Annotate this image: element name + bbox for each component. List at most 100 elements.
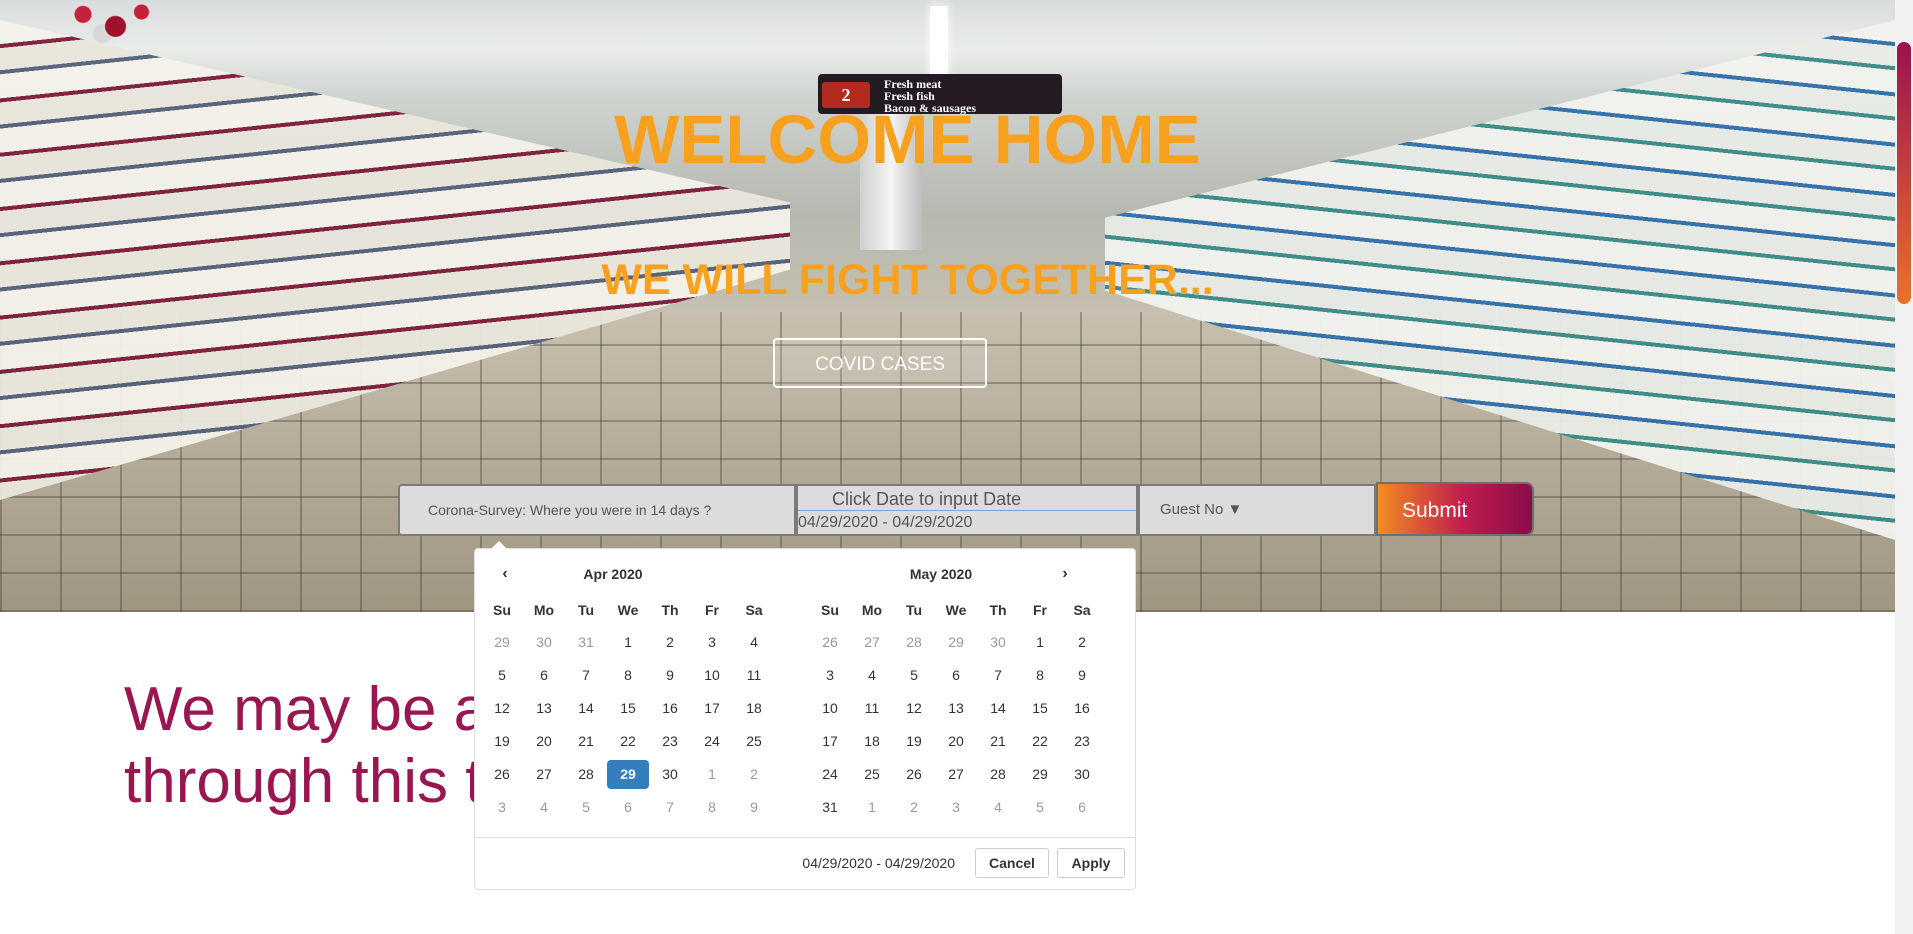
picker-footer: 04/29/2020 - 04/29/2020 Cancel Apply xyxy=(475,837,1135,890)
calendar-day[interactable]: 19 xyxy=(893,725,935,758)
calendar-day[interactable]: 18 xyxy=(851,725,893,758)
calendar-day[interactable]: 22 xyxy=(607,725,649,758)
calendar-day[interactable]: 25 xyxy=(733,725,775,758)
calendar-day[interactable]: 24 xyxy=(809,758,851,791)
calendar-day-selected[interactable]: 29 xyxy=(607,758,649,791)
calendar-day[interactable]: 2 xyxy=(893,791,935,824)
calendar-day[interactable]: 11 xyxy=(851,692,893,725)
calendar-day[interactable]: 2 xyxy=(733,758,775,791)
calendar-day[interactable]: 12 xyxy=(481,692,523,725)
calendar-day[interactable]: 28 xyxy=(977,758,1019,791)
calendar-day[interactable]: 16 xyxy=(649,692,691,725)
calendar-day[interactable]: 12 xyxy=(893,692,935,725)
calendar-day[interactable]: 7 xyxy=(977,659,1019,692)
date-field-label: Click Date to input Date xyxy=(832,489,1022,509)
calendar-day[interactable]: 8 xyxy=(691,791,733,824)
calendar-day-label: 22 xyxy=(620,733,636,749)
calendar-day[interactable]: 26 xyxy=(893,758,935,791)
calendar-day[interactable]: 3 xyxy=(935,791,977,824)
calendar-day[interactable]: 26 xyxy=(481,758,523,791)
calendar-day[interactable]: 18 xyxy=(733,692,775,725)
calendar-day[interactable]: 1 xyxy=(607,626,649,659)
calendar-day[interactable]: 27 xyxy=(523,758,565,791)
calendar-day[interactable]: 11 xyxy=(733,659,775,692)
calendar-day[interactable]: 13 xyxy=(935,692,977,725)
calendar-day[interactable]: 5 xyxy=(481,659,523,692)
calendar-day[interactable]: 1 xyxy=(851,791,893,824)
calendar-day[interactable]: 29 xyxy=(481,626,523,659)
submit-button[interactable]: Submit xyxy=(1376,482,1534,536)
calendar-day[interactable]: 4 xyxy=(977,791,1019,824)
calendar-day[interactable]: 31 xyxy=(565,626,607,659)
calendar-day[interactable]: 10 xyxy=(691,659,733,692)
calendar-day[interactable]: 28 xyxy=(893,626,935,659)
calendar-day[interactable]: 14 xyxy=(565,692,607,725)
calendar-day[interactable]: 5 xyxy=(565,791,607,824)
calendar-day[interactable]: 17 xyxy=(691,692,733,725)
calendar-day[interactable]: 17 xyxy=(809,725,851,758)
next-month-icon[interactable]: › xyxy=(1053,563,1077,585)
calendar-day[interactable]: 24 xyxy=(691,725,733,758)
calendar-day[interactable]: 1 xyxy=(1019,626,1061,659)
page-scrollbar[interactable] xyxy=(1895,0,1913,934)
calendar-day[interactable]: 9 xyxy=(1061,659,1103,692)
calendar-day[interactable]: 6 xyxy=(935,659,977,692)
calendar-day[interactable]: 7 xyxy=(565,659,607,692)
calendar-day[interactable]: 5 xyxy=(1019,791,1061,824)
calendar-day[interactable]: 4 xyxy=(523,791,565,824)
apply-button[interactable]: Apply xyxy=(1057,848,1125,878)
guest-number-select[interactable]: Guest No ▼ xyxy=(1138,484,1376,536)
calendar-day[interactable]: 1 xyxy=(691,758,733,791)
calendar-day[interactable]: 13 xyxy=(523,692,565,725)
scrollbar-thumb[interactable] xyxy=(1897,42,1911,304)
calendar-day[interactable]: 14 xyxy=(977,692,1019,725)
calendar-day[interactable]: 8 xyxy=(1019,659,1061,692)
calendar-day[interactable]: 28 xyxy=(565,758,607,791)
calendar-day[interactable]: 15 xyxy=(1019,692,1061,725)
date-range-input[interactable] xyxy=(798,510,1136,534)
calendar-day[interactable]: 20 xyxy=(935,725,977,758)
calendar-day[interactable]: 29 xyxy=(1019,758,1061,791)
calendar-day[interactable]: 22 xyxy=(1019,725,1061,758)
cancel-button[interactable]: Cancel xyxy=(975,848,1049,878)
calendar-day[interactable]: 30 xyxy=(1061,758,1103,791)
calendar-day[interactable]: 2 xyxy=(649,626,691,659)
calendar-day[interactable]: 6 xyxy=(1061,791,1103,824)
calendar-day[interactable]: 30 xyxy=(977,626,1019,659)
calendar-day[interactable]: 16 xyxy=(1061,692,1103,725)
survey-input[interactable]: Corona-Survey: Where you were in 14 days… xyxy=(398,484,796,536)
calendar-day[interactable]: 23 xyxy=(649,725,691,758)
calendar-day[interactable]: 10 xyxy=(809,692,851,725)
calendar-day[interactable]: 21 xyxy=(977,725,1019,758)
calendar-day[interactable]: 5 xyxy=(893,659,935,692)
calendar-day[interactable]: 2 xyxy=(1061,626,1103,659)
calendar-day[interactable]: 27 xyxy=(935,758,977,791)
calendar-day[interactable]: 31 xyxy=(809,791,851,824)
calendar-day[interactable]: 9 xyxy=(733,791,775,824)
calendar-day[interactable]: 21 xyxy=(565,725,607,758)
covid-cases-button[interactable]: COVID CASES xyxy=(773,338,987,388)
calendar-day[interactable]: 3 xyxy=(481,791,523,824)
calendar-day[interactable]: 3 xyxy=(691,626,733,659)
calendar-day[interactable]: 27 xyxy=(851,626,893,659)
calendar-day[interactable]: 26 xyxy=(809,626,851,659)
calendar-day-label: 8 xyxy=(708,799,716,815)
prev-month-icon[interactable]: ‹ xyxy=(493,563,517,585)
calendar-day[interactable]: 15 xyxy=(607,692,649,725)
calendar-day[interactable]: 30 xyxy=(649,758,691,791)
calendar-day[interactable]: 3 xyxy=(809,659,851,692)
calendar-day[interactable]: 8 xyxy=(607,659,649,692)
date-range-field[interactable]: Click Date to input Date xyxy=(796,484,1138,536)
calendar-day[interactable]: 6 xyxy=(607,791,649,824)
calendar-day[interactable]: 7 xyxy=(649,791,691,824)
calendar-day[interactable]: 19 xyxy=(481,725,523,758)
calendar-day[interactable]: 20 xyxy=(523,725,565,758)
calendar-day[interactable]: 4 xyxy=(851,659,893,692)
calendar-day[interactable]: 4 xyxy=(733,626,775,659)
calendar-day[interactable]: 29 xyxy=(935,626,977,659)
calendar-day[interactable]: 6 xyxy=(523,659,565,692)
calendar-day[interactable]: 23 xyxy=(1061,725,1103,758)
calendar-day[interactable]: 25 xyxy=(851,758,893,791)
calendar-day[interactable]: 30 xyxy=(523,626,565,659)
calendar-day[interactable]: 9 xyxy=(649,659,691,692)
